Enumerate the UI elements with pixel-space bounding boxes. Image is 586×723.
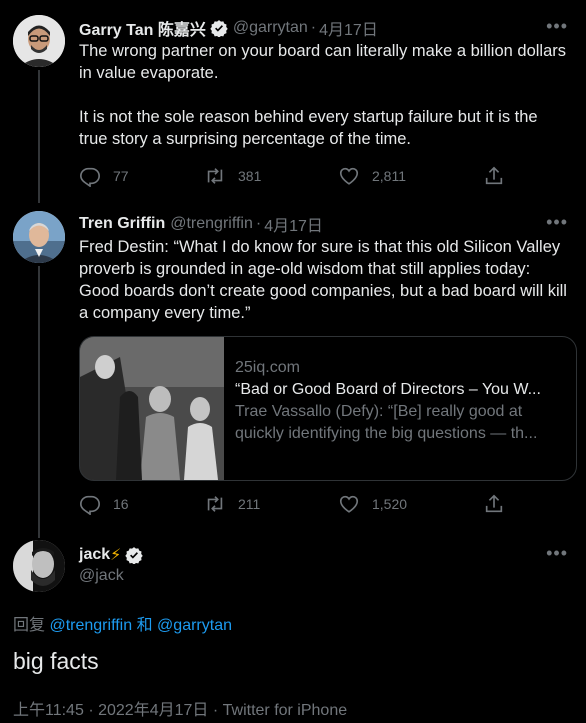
author-handle[interactable]: @garrytan <box>233 19 308 37</box>
mention-link-trengriffin[interactable]: @trengriffin <box>49 617 132 634</box>
tweet-text: Fred Destin: “What I do know for sure is… <box>79 238 572 322</box>
link-card[interactable]: 25iq.com “Bad or Good Board of Directors… <box>79 336 577 481</box>
reply-button[interactable]: 16 <box>79 493 204 515</box>
reply-button[interactable]: 77 <box>79 165 204 187</box>
author-name[interactable]: Garry Tan 陈嘉兴 <box>79 16 206 40</box>
author-handle[interactable]: @jack <box>79 567 568 585</box>
card-image <box>80 337 224 480</box>
tweet-date[interactable]: 4月17日 <box>319 16 378 40</box>
reply-count: 77 <box>113 168 129 184</box>
heart-icon <box>339 495 359 513</box>
avatar[interactable] <box>13 211 65 263</box>
separator-dot: · <box>212 702 219 719</box>
tweet-header: Garry Tan 陈嘉兴 @garrytan · 4月17日 <box>79 16 568 40</box>
card-description: Trae Vassallo (Defy): “[Be] really good … <box>235 403 538 442</box>
tweet-content: jack ⚡ @jack ••• <box>79 543 568 585</box>
author-handle[interactable]: @trengriffin <box>170 215 253 233</box>
share-icon <box>485 166 503 185</box>
verified-badge-icon <box>125 546 144 565</box>
reply-to-line: 回复 @trengriffin 和 @garrytan <box>13 611 232 635</box>
card-domain: 25iq.com <box>235 359 300 376</box>
tweet-date[interactable]: 2022年4月17日 <box>98 702 208 719</box>
tweet-content: Garry Tan 陈嘉兴 @garrytan · 4月17日 ••• The … <box>79 16 568 150</box>
tweet-text: big facts <box>13 648 99 674</box>
reply-icon <box>80 167 100 187</box>
separator-dot: · <box>310 19 317 36</box>
tweet-content: Tren Griffin @trengriffin · 4月17日 ••• Fr… <box>79 212 568 324</box>
thread-line <box>38 266 40 538</box>
lightning-emoji: ⚡ <box>110 547 122 564</box>
retweet-button[interactable]: 381 <box>204 165 338 187</box>
card-text: 25iq.com “Bad or Good Board of Directors… <box>235 357 564 445</box>
tweet-text: The wrong partner on your board can lite… <box>79 42 566 148</box>
tweet-header: jack ⚡ <box>79 543 568 567</box>
avatar[interactable] <box>13 15 65 67</box>
separator-dot: · <box>88 702 94 719</box>
like-button[interactable]: 2,811 <box>338 165 483 187</box>
author-name[interactable]: jack <box>79 546 110 564</box>
more-dots-icon[interactable]: ••• <box>546 212 568 233</box>
share-button[interactable] <box>483 493 505 515</box>
tweet-time[interactable]: 上午11:45 <box>13 702 84 719</box>
retweet-icon <box>207 496 223 512</box>
retweet-count: 211 <box>238 496 261 512</box>
reply-and: 和 <box>136 617 153 634</box>
card-title: “Bad or Good Board of Directors – You W.… <box>235 381 541 398</box>
like-count: 1,520 <box>372 496 408 512</box>
share-button[interactable] <box>483 165 505 187</box>
separator-dot: · <box>255 215 262 232</box>
tweet-actions: 16 211 1,520 <box>79 492 509 516</box>
tweet-header: Tren Griffin @trengriffin · 4月17日 <box>79 212 568 236</box>
share-icon <box>485 494 503 513</box>
retweet-icon <box>207 168 223 184</box>
heart-icon <box>339 167 359 185</box>
tweet-meta: 上午11:45 · 2022年4月17日 · Twitter for iPhon… <box>13 696 347 720</box>
reply-prefix: 回复 <box>13 617 46 634</box>
tweet-actions: 77 381 2,811 <box>79 164 509 188</box>
mention-link-garrytan[interactable]: @garrytan <box>157 617 232 634</box>
verified-badge-icon <box>210 19 228 38</box>
thread-line <box>38 70 40 203</box>
tweet-source[interactable]: Twitter for iPhone <box>223 702 348 719</box>
avatar[interactable] <box>13 540 65 592</box>
retweet-button[interactable]: 211 <box>204 493 338 515</box>
more-dots-icon[interactable]: ••• <box>546 16 568 37</box>
like-count: 2,811 <box>372 168 406 184</box>
retweet-count: 381 <box>238 168 262 184</box>
reply-count: 16 <box>113 496 129 512</box>
reply-icon <box>80 495 100 515</box>
tweet-date[interactable]: 4月17日 <box>264 212 323 236</box>
like-button[interactable]: 1,520 <box>338 493 483 515</box>
author-name[interactable]: Tren Griffin <box>79 215 165 233</box>
more-dots-icon[interactable]: ••• <box>546 543 568 564</box>
